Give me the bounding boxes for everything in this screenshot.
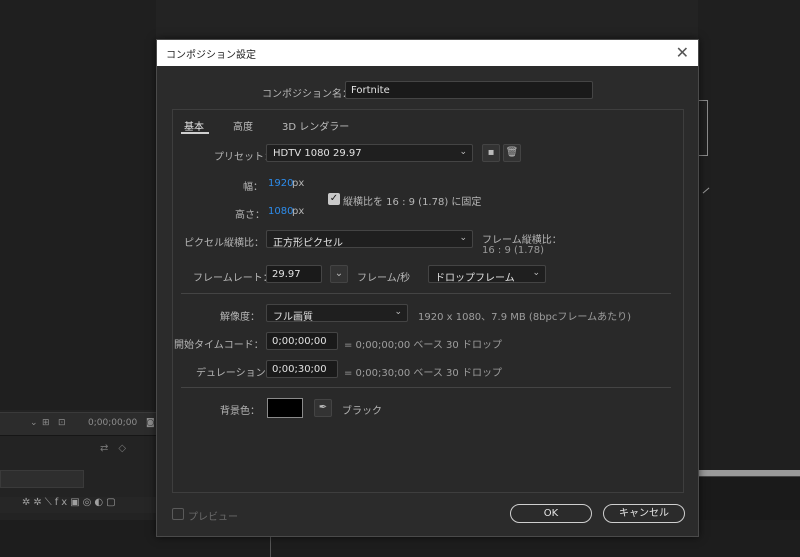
section-divider xyxy=(181,387,671,388)
lock-aspect-label: 縦横比を 16 : 9 (1.78) に固定 xyxy=(343,197,482,208)
dialog-titlebar: コンポジション設定 ✕ xyxy=(157,40,698,66)
pixel-aspect-label: ピクセル縦横比： xyxy=(184,238,264,249)
chevron-down-icon: ⌄ xyxy=(459,147,467,157)
chevron-down-icon: ⌄ xyxy=(532,268,540,278)
preview-checkbox[interactable] xyxy=(172,508,184,520)
frame-aspect-label: フレーム縦横比： xyxy=(482,235,562,246)
width-value[interactable]: 1920 xyxy=(268,178,293,189)
composition-settings-dialog: コンポジション設定 ✕ コンポジション名： Fortnite 基本 高度 3D … xyxy=(156,39,699,537)
background-left-panel xyxy=(0,0,156,410)
start-timecode-info: = 0;00;00;00 ベース 30 ドロップ xyxy=(344,340,502,351)
ok-button[interactable]: OK xyxy=(510,504,592,523)
chevron-down-icon: ⌄ xyxy=(394,307,402,317)
preset-value: HDTV 1080 29.97 xyxy=(273,148,362,159)
duration-info: = 0;00;30;00 ベース 30 ドロップ xyxy=(344,368,502,379)
frame-rate-input[interactable]: 29.97 xyxy=(266,265,322,283)
tab-advanced[interactable]: 高度 xyxy=(233,118,253,133)
chevron-down-icon[interactable]: ⌄ xyxy=(30,418,38,428)
trash-icon[interactable]: 🗑 xyxy=(503,144,521,162)
background-divider xyxy=(270,537,271,557)
bg-color-name: ブラック xyxy=(342,406,382,417)
background-search-input[interactable] xyxy=(0,470,84,488)
width-unit: px xyxy=(292,178,305,189)
drop-frame-select[interactable]: ドロップフレーム ⌄ xyxy=(428,265,546,284)
pixel-aspect-select[interactable]: 正方形ピクセル ⌄ xyxy=(266,230,473,249)
duration-input[interactable]: 0;00;30;00 xyxy=(266,360,338,378)
resolution-info: 1920 x 1080、7.9 MB (8bpcフレームあたり) xyxy=(418,312,631,323)
chevron-down-icon: ⌄ xyxy=(459,233,467,243)
height-value[interactable]: 1080 xyxy=(268,206,293,217)
preset-select[interactable]: HDTV 1080 29.97 ⌄ xyxy=(266,144,473,162)
height-label: 高さ： xyxy=(235,210,265,221)
chevron-down-icon[interactable]: ⌄ xyxy=(330,265,348,283)
height-unit: px xyxy=(292,206,305,217)
cancel-button[interactable]: キャンセル xyxy=(603,504,685,523)
start-timecode-label: 開始タイムコード： xyxy=(174,340,264,351)
section-divider xyxy=(181,293,671,294)
tab-3d-renderer[interactable]: 3D レンダラー xyxy=(282,118,349,133)
bg-color-label: 背景色： xyxy=(220,406,260,417)
region-icon[interactable]: ⊡ xyxy=(58,418,66,428)
grid-icon[interactable]: ⊞ xyxy=(42,418,50,428)
comp-name-input[interactable]: Fortnite xyxy=(345,81,593,99)
bg-color-swatch[interactable] xyxy=(267,398,303,418)
resolution-label: 解像度： xyxy=(220,312,260,323)
save-preset-icon[interactable]: ▪ xyxy=(482,144,500,162)
background-small-icons: ⇄◇ xyxy=(100,443,137,454)
duration-label: デュレーション： xyxy=(196,368,276,379)
resolution-value: フル画質 xyxy=(273,312,313,323)
width-label: 幅： xyxy=(243,182,263,193)
preview-label: プレビュー xyxy=(188,512,238,523)
settings-panel xyxy=(172,109,684,493)
tab-basic[interactable]: 基本 xyxy=(184,118,204,133)
dialog-title: コンポジション設定 xyxy=(166,50,256,61)
camera-icon[interactable]: ◙ xyxy=(146,418,155,428)
eyedropper-icon[interactable]: ✒ xyxy=(314,399,332,417)
preset-label: プリセット： xyxy=(214,152,274,163)
frame-rate-unit: フレーム/秒 xyxy=(357,273,411,284)
background-switch-icons: ✲✲⟍fx▣◎◐▢ xyxy=(0,497,160,513)
active-tab-indicator xyxy=(181,132,209,134)
resolution-select[interactable]: フル画質 ⌄ xyxy=(266,304,408,323)
close-icon[interactable]: ✕ xyxy=(676,43,689,62)
pixel-aspect-value: 正方形ピクセル xyxy=(273,238,343,249)
frame-rate-label: フレームレート： xyxy=(193,273,273,284)
start-timecode-input[interactable]: 0;00;00;00 xyxy=(266,332,338,350)
background-toolbar: ⌄ ⊞ ⊡ 0;00;00;00 ◙ xyxy=(0,412,160,436)
frame-aspect-value: 16 : 9 (1.78) xyxy=(482,245,545,256)
lock-aspect-checkbox[interactable]: ✓ xyxy=(328,193,340,205)
background-timecode: 0;00;00;00 xyxy=(88,418,138,428)
comp-name-label: コンポジション名： xyxy=(262,89,352,100)
drop-frame-value: ドロップフレーム xyxy=(435,273,515,284)
